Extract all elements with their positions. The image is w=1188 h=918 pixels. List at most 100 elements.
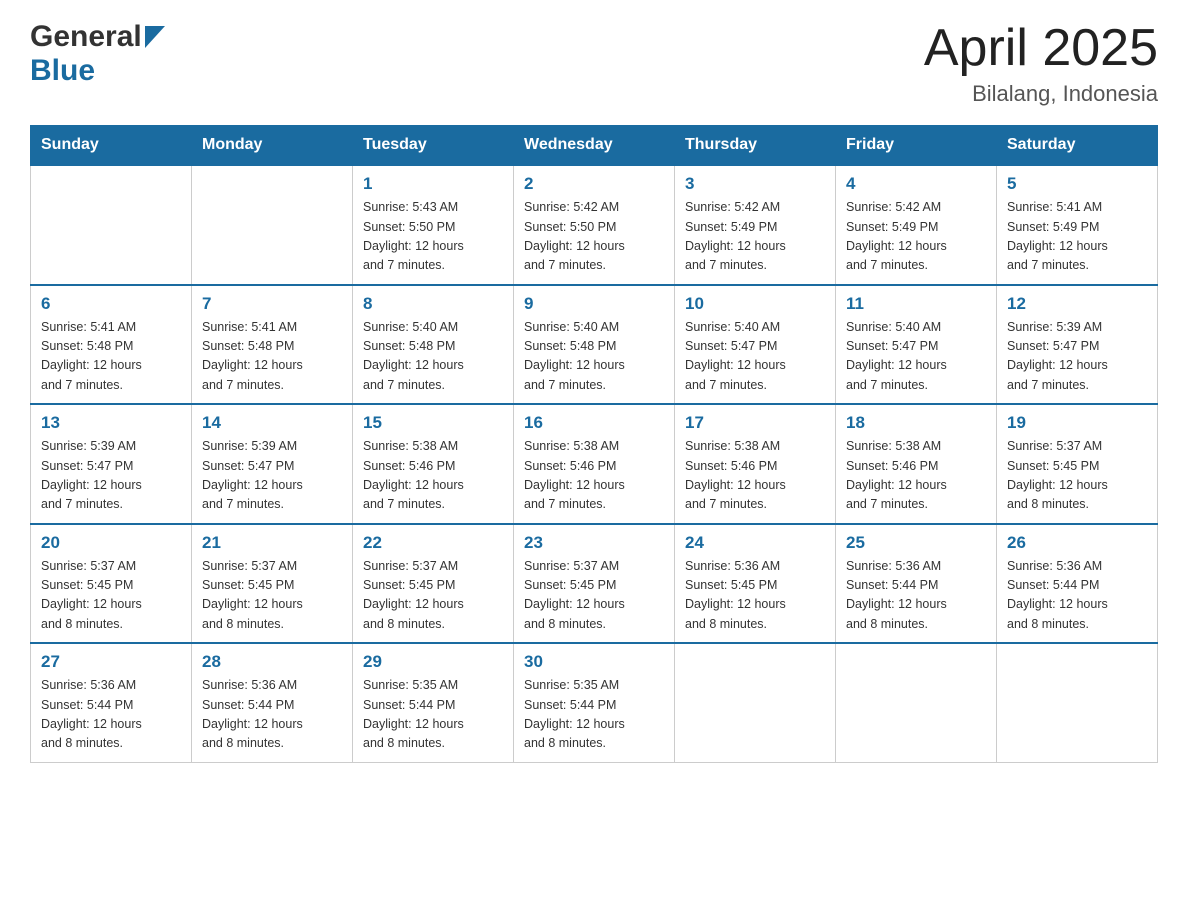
day-number: 1	[363, 174, 503, 194]
day-number: 14	[202, 413, 342, 433]
day-number: 23	[524, 533, 664, 553]
day-number: 30	[524, 652, 664, 672]
logo: General Blue	[30, 20, 165, 88]
day-number: 19	[1007, 413, 1147, 433]
cell-week3-day5: 18 Sunrise: 5:38 AMSunset: 5:46 PMDayligh…	[836, 404, 997, 524]
logo-general-text: General	[30, 20, 142, 54]
day-number: 29	[363, 652, 503, 672]
day-info: Sunrise: 5:36 AMSunset: 5:44 PMDaylight:…	[202, 676, 342, 754]
day-info: Sunrise: 5:42 AMSunset: 5:49 PMDaylight:…	[685, 198, 825, 276]
day-info: Sunrise: 5:39 AMSunset: 5:47 PMDaylight:…	[1007, 318, 1147, 396]
day-info: Sunrise: 5:41 AMSunset: 5:48 PMDaylight:…	[202, 318, 342, 396]
day-info: Sunrise: 5:36 AMSunset: 5:45 PMDaylight:…	[685, 557, 825, 635]
cell-week2-day3: 9 Sunrise: 5:40 AMSunset: 5:48 PMDaylight…	[514, 285, 675, 405]
cell-week1-day3: 2 Sunrise: 5:42 AMSunset: 5:50 PMDaylight…	[514, 165, 675, 285]
header-monday: Monday	[192, 126, 353, 166]
day-number: 17	[685, 413, 825, 433]
day-number: 24	[685, 533, 825, 553]
day-info: Sunrise: 5:42 AMSunset: 5:49 PMDaylight:…	[846, 198, 986, 276]
day-number: 9	[524, 294, 664, 314]
cell-week5-day5	[836, 643, 997, 762]
day-number: 5	[1007, 174, 1147, 194]
cell-week3-day1: 14 Sunrise: 5:39 AMSunset: 5:47 PMDayligh…	[192, 404, 353, 524]
cell-week1-day2: 1 Sunrise: 5:43 AMSunset: 5:50 PMDaylight…	[353, 165, 514, 285]
day-number: 18	[846, 413, 986, 433]
cell-week3-day4: 17 Sunrise: 5:38 AMSunset: 5:46 PMDayligh…	[675, 404, 836, 524]
day-number: 2	[524, 174, 664, 194]
header-friday: Friday	[836, 126, 997, 166]
cell-week2-day2: 8 Sunrise: 5:40 AMSunset: 5:48 PMDaylight…	[353, 285, 514, 405]
cell-week1-day6: 5Sunrise: 5:41 AMSunset: 5:49 PMDaylight…	[997, 165, 1158, 285]
day-info: Sunrise: 5:40 AMSunset: 5:47 PMDaylight:…	[846, 318, 986, 396]
cell-week5-day3: 30 Sunrise: 5:35 AMSunset: 5:44 PMDayligh…	[514, 643, 675, 762]
page-header: General Blue April 2025 Bilalang, Indone…	[30, 20, 1158, 107]
cell-week4-day1: 21 Sunrise: 5:37 AMSunset: 5:45 PMDayligh…	[192, 524, 353, 644]
location-subtitle: Bilalang, Indonesia	[924, 81, 1158, 107]
header-saturday: Saturday	[997, 126, 1158, 166]
week-row-5: 27 Sunrise: 5:36 AMSunset: 5:44 PMDayligh…	[31, 643, 1158, 762]
cell-week3-day2: 15Sunrise: 5:38 AMSunset: 5:46 PMDayligh…	[353, 404, 514, 524]
cell-week4-day5: 25 Sunrise: 5:36 AMSunset: 5:44 PMDayligh…	[836, 524, 997, 644]
week-row-3: 13 Sunrise: 5:39 AMSunset: 5:47 PMDayligh…	[31, 404, 1158, 524]
day-info: Sunrise: 5:42 AMSunset: 5:50 PMDaylight:…	[524, 198, 664, 276]
cell-week3-day0: 13Sunrise: 5:39 AMSunset: 5:47 PMDayligh…	[31, 404, 192, 524]
header-tuesday: Tuesday	[353, 126, 514, 166]
day-number: 3	[685, 174, 825, 194]
day-info: Sunrise: 5:40 AMSunset: 5:47 PMDaylight:…	[685, 318, 825, 396]
day-info: Sunrise: 5:37 AMSunset: 5:45 PMDaylight:…	[202, 557, 342, 635]
cell-week2-day4: 10Sunrise: 5:40 AMSunset: 5:47 PMDayligh…	[675, 285, 836, 405]
day-number: 27	[41, 652, 181, 672]
day-info: Sunrise: 5:40 AMSunset: 5:48 PMDaylight:…	[524, 318, 664, 396]
cell-week3-day6: 19 Sunrise: 5:37 AMSunset: 5:45 PMDayligh…	[997, 404, 1158, 524]
cell-week5-day2: 29Sunrise: 5:35 AMSunset: 5:44 PMDayligh…	[353, 643, 514, 762]
day-number: 4	[846, 174, 986, 194]
day-number: 6	[41, 294, 181, 314]
cell-week3-day3: 16Sunrise: 5:38 AMSunset: 5:46 PMDayligh…	[514, 404, 675, 524]
day-info: Sunrise: 5:43 AMSunset: 5:50 PMDaylight:…	[363, 198, 503, 276]
cell-week5-day0: 27 Sunrise: 5:36 AMSunset: 5:44 PMDayligh…	[31, 643, 192, 762]
day-info: Sunrise: 5:36 AMSunset: 5:44 PMDaylight:…	[846, 557, 986, 635]
days-of-week-row: SundayMondayTuesdayWednesdayThursdayFrid…	[31, 126, 1158, 166]
calendar-table: SundayMondayTuesdayWednesdayThursdayFrid…	[30, 125, 1158, 763]
cell-week5-day1: 28 Sunrise: 5:36 AMSunset: 5:44 PMDayligh…	[192, 643, 353, 762]
day-info: Sunrise: 5:38 AMSunset: 5:46 PMDaylight:…	[685, 437, 825, 515]
day-number: 13	[41, 413, 181, 433]
day-info: Sunrise: 5:35 AMSunset: 5:44 PMDaylight:…	[524, 676, 664, 754]
day-info: Sunrise: 5:36 AMSunset: 5:44 PMDaylight:…	[41, 676, 181, 754]
day-info: Sunrise: 5:37 AMSunset: 5:45 PMDaylight:…	[524, 557, 664, 635]
week-row-2: 6 Sunrise: 5:41 AMSunset: 5:48 PMDaylight…	[31, 285, 1158, 405]
day-info: Sunrise: 5:40 AMSunset: 5:48 PMDaylight:…	[363, 318, 503, 396]
cell-week5-day6	[997, 643, 1158, 762]
cell-week1-day0	[31, 165, 192, 285]
day-info: Sunrise: 5:39 AMSunset: 5:47 PMDaylight:…	[202, 437, 342, 515]
day-info: Sunrise: 5:41 AMSunset: 5:48 PMDaylight:…	[41, 318, 181, 396]
cell-week1-day4: 3 Sunrise: 5:42 AMSunset: 5:49 PMDaylight…	[675, 165, 836, 285]
day-number: 21	[202, 533, 342, 553]
day-number: 22	[363, 533, 503, 553]
page-title: April 2025	[924, 20, 1158, 77]
day-info: Sunrise: 5:37 AMSunset: 5:45 PMDaylight:…	[41, 557, 181, 635]
cell-week4-day3: 23 Sunrise: 5:37 AMSunset: 5:45 PMDayligh…	[514, 524, 675, 644]
day-number: 8	[363, 294, 503, 314]
logo-triangle-icon	[145, 26, 165, 48]
day-number: 25	[846, 533, 986, 553]
calendar-header: SundayMondayTuesdayWednesdayThursdayFrid…	[31, 126, 1158, 166]
day-info: Sunrise: 5:37 AMSunset: 5:45 PMDaylight:…	[363, 557, 503, 635]
week-row-4: 20Sunrise: 5:37 AMSunset: 5:45 PMDayligh…	[31, 524, 1158, 644]
cell-week5-day4	[675, 643, 836, 762]
cell-week4-day4: 24 Sunrise: 5:36 AMSunset: 5:45 PMDayligh…	[675, 524, 836, 644]
day-number: 28	[202, 652, 342, 672]
cell-week1-day1	[192, 165, 353, 285]
cell-week4-day6: 26Sunrise: 5:36 AMSunset: 5:44 PMDayligh…	[997, 524, 1158, 644]
day-number: 16	[524, 413, 664, 433]
cell-week2-day1: 7Sunrise: 5:41 AMSunset: 5:48 PMDaylight…	[192, 285, 353, 405]
cell-week2-day6: 12Sunrise: 5:39 AMSunset: 5:47 PMDayligh…	[997, 285, 1158, 405]
header-thursday: Thursday	[675, 126, 836, 166]
day-number: 11	[846, 294, 986, 314]
cell-week4-day0: 20Sunrise: 5:37 AMSunset: 5:45 PMDayligh…	[31, 524, 192, 644]
day-number: 15	[363, 413, 503, 433]
cell-week1-day5: 4 Sunrise: 5:42 AMSunset: 5:49 PMDaylight…	[836, 165, 997, 285]
day-info: Sunrise: 5:38 AMSunset: 5:46 PMDaylight:…	[846, 437, 986, 515]
day-info: Sunrise: 5:37 AMSunset: 5:45 PMDaylight:…	[1007, 437, 1147, 515]
calendar-body: 1 Sunrise: 5:43 AMSunset: 5:50 PMDaylight…	[31, 165, 1158, 762]
